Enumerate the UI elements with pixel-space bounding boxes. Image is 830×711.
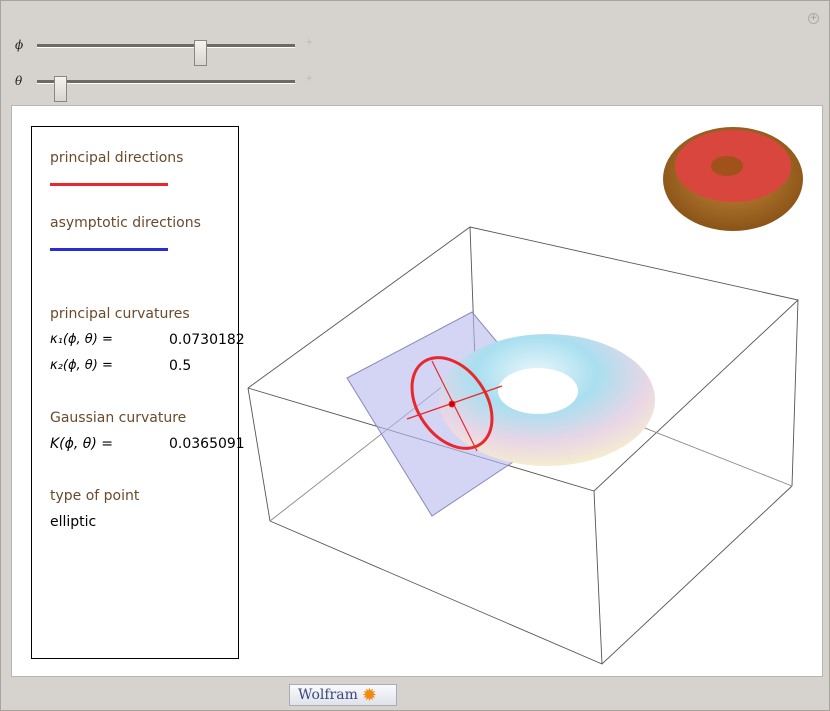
phi-slider-track[interactable] [37, 40, 295, 66]
options-plus-icon[interactable]: + [808, 13, 819, 24]
theta-control: θ + [15, 71, 313, 102]
theta-label: θ [15, 74, 23, 88]
torus-3d-graphic[interactable] [12, 106, 822, 676]
wolfram-logo-button[interactable]: Wolfram ✹ [289, 684, 397, 706]
theta-slider-track[interactable] [37, 76, 295, 102]
phi-label: ϕ [15, 38, 24, 52]
donut-image [663, 127, 803, 231]
theta-expand-plus-icon[interactable]: + [305, 74, 313, 84]
phi-expand-plus-icon[interactable]: + [305, 38, 313, 48]
output-panel: principal directions asymptotic directio… [11, 105, 823, 677]
manipulate-frame: + ϕ + θ + principal directions asymptoti… [0, 0, 830, 711]
wolfram-label: Wolfram [298, 687, 358, 703]
wolfram-spikey-icon: ✹ [361, 684, 377, 706]
phi-control: ϕ + [15, 35, 313, 66]
theta-slider-thumb[interactable] [54, 76, 68, 102]
phi-slider-thumb[interactable] [193, 40, 207, 66]
torus [439, 334, 655, 466]
